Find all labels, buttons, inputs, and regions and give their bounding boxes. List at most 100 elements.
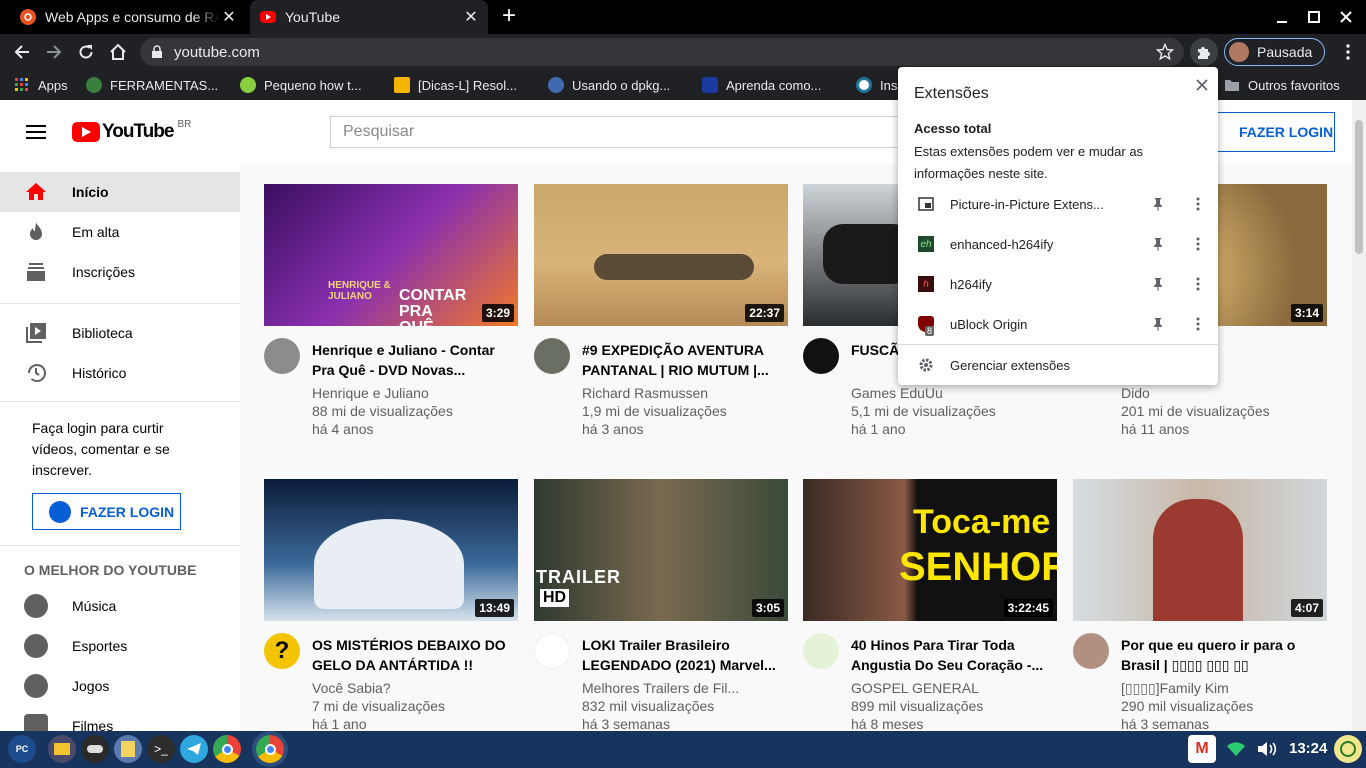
- scrollbar-thumb[interactable]: [1355, 120, 1363, 254]
- sidebar-item-inicio[interactable]: Início: [0, 172, 240, 212]
- sidebar-item-musica[interactable]: Música: [0, 586, 240, 626]
- pin-icon[interactable]: [1150, 276, 1166, 292]
- forward-button[interactable]: [40, 38, 68, 66]
- sidebar-item-filmes[interactable]: Filmes: [0, 706, 240, 731]
- extension-row-ublock[interactable]: 8 uBlock Origin: [898, 304, 1218, 344]
- more-vert-icon[interactable]: [1190, 236, 1206, 252]
- pin-icon[interactable]: [1150, 196, 1166, 212]
- youtube-logo[interactable]: YouTube BR: [72, 119, 191, 142]
- video-title[interactable]: LOKI Trailer Brasileiro LEGENDADO (2021)…: [582, 635, 788, 675]
- extensions-button[interactable]: [1190, 38, 1218, 66]
- channel-name[interactable]: Henrique e Juliano: [312, 384, 518, 402]
- bookmark-pequeno-how-to[interactable]: Pequeno how t...: [240, 77, 362, 93]
- profile-button[interactable]: Pausada: [1224, 38, 1325, 66]
- sidebar-item-esportes[interactable]: Esportes: [0, 626, 240, 666]
- channel-name[interactable]: GOSPEL GENERAL: [851, 679, 1057, 697]
- login-button[interactable]: FAZER LOGIN: [1200, 112, 1335, 152]
- gmail-icon[interactable]: M: [1188, 735, 1216, 763]
- bookmark-star-icon[interactable]: [1155, 42, 1175, 61]
- video-card[interactable]: 22:37 #9 EXPEDIÇÃO AVENTURA PANTANAL | R…: [534, 184, 788, 437]
- close-window-button[interactable]: [1338, 9, 1354, 25]
- new-tab-button[interactable]: +: [498, 3, 520, 31]
- more-vert-icon[interactable]: [1190, 276, 1206, 292]
- manage-extensions-button[interactable]: Gerenciar extensões: [898, 345, 1218, 385]
- video-title[interactable]: Por que eu quero ir para o Brasil | ▯▯▯▯…: [1121, 635, 1327, 675]
- bookmark-dicas-l[interactable]: [Dicas-L] Resol...: [394, 77, 517, 93]
- video-card[interactable]: 13:49 ? OS MISTÉRIOS DEBAIXO DO GELO DA …: [264, 479, 518, 731]
- chrome-active-icon[interactable]: [256, 735, 284, 763]
- video-card[interactable]: Toca-me SENHOR 3:22:45 40 Hinos Para Tir…: [803, 479, 1057, 731]
- video-thumbnail[interactable]: TRAILER HD 3:05: [534, 479, 788, 621]
- channel-name[interactable]: Richard Rasmussen: [582, 384, 788, 402]
- tab-youtube[interactable]: YouTube ✕: [250, 0, 488, 34]
- extension-row-enhanced-h264ify[interactable]: eh enhanced-h264ify: [898, 224, 1218, 264]
- hamburger-menu-button[interactable]: [24, 120, 48, 144]
- notes-icon[interactable]: [114, 735, 142, 763]
- start-menu-icon[interactable]: PC: [8, 735, 36, 763]
- video-title[interactable]: 40 Hinos Para Tirar Toda Angustia Do Seu…: [851, 635, 1057, 675]
- bookmark-apps[interactable]: Apps: [14, 77, 68, 93]
- video-card[interactable]: 4:07 Por que eu quero ir para o Brasil |…: [1073, 479, 1327, 731]
- maximize-button[interactable]: [1306, 9, 1322, 25]
- terminal-icon[interactable]: >_: [147, 735, 175, 763]
- minimize-button[interactable]: [1274, 10, 1290, 26]
- channel-avatar[interactable]: [534, 338, 570, 374]
- video-thumbnail[interactable]: 4:07: [1073, 479, 1327, 621]
- video-thumbnail[interactable]: 22:37: [534, 184, 788, 326]
- logout-icon[interactable]: [1334, 735, 1362, 763]
- file-manager-icon[interactable]: [48, 735, 76, 763]
- bookmark-ins[interactable]: Ins: [856, 77, 897, 93]
- extension-row-h264ify[interactable]: h h264ify: [898, 264, 1218, 304]
- video-card[interactable]: TRAILER HD 3:05 LOKI Trailer Brasileiro …: [534, 479, 788, 731]
- clock[interactable]: 13:24: [1289, 740, 1327, 757]
- channel-name[interactable]: [▯▯▯▯]Family Kim: [1121, 679, 1327, 697]
- other-bookmarks[interactable]: Outros favoritos: [1224, 77, 1340, 93]
- channel-avatar[interactable]: [803, 338, 839, 374]
- telegram-icon[interactable]: [180, 735, 208, 763]
- sidebar-item-jogos[interactable]: Jogos: [0, 666, 240, 706]
- sidebar-item-em-alta[interactable]: Em alta: [0, 212, 240, 252]
- bookmark-dpkg[interactable]: Usando o dpkg...: [548, 77, 670, 93]
- channel-avatar[interactable]: [534, 633, 570, 669]
- home-button[interactable]: [104, 38, 132, 66]
- sidebar-login-button[interactable]: FAZER LOGIN: [32, 493, 181, 530]
- more-vert-icon[interactable]: [1190, 316, 1206, 332]
- pin-icon[interactable]: [1150, 316, 1166, 332]
- video-thumbnail[interactable]: HENRIQUE & JULIANO CONTAR PRA QUÊ 3:29: [264, 184, 518, 326]
- video-title[interactable]: Henrique e Juliano - Contar Pra Quê - DV…: [312, 340, 518, 380]
- channel-avatar[interactable]: [264, 338, 300, 374]
- tab-web-apps[interactable]: Web Apps e consumo de RAM ✕: [12, 0, 248, 34]
- volume-icon[interactable]: [1256, 740, 1280, 758]
- pin-icon[interactable]: [1150, 236, 1166, 252]
- channel-avatar[interactable]: [1073, 633, 1109, 669]
- channel-name[interactable]: Games EduUu: [851, 384, 1057, 402]
- back-button[interactable]: [8, 38, 36, 66]
- sidebar-item-inscricoes[interactable]: Inscrições: [0, 252, 240, 292]
- channel-name[interactable]: Melhores Trailers de Fil...: [582, 679, 788, 697]
- bookmark-ferramentas[interactable]: FERRAMENTAS...: [86, 77, 218, 93]
- address-bar[interactable]: youtube.com: [140, 38, 1184, 66]
- video-title[interactable]: #9 EXPEDIÇÃO AVENTURA PANTANAL | RIO MUT…: [582, 340, 788, 380]
- video-card[interactable]: HENRIQUE & JULIANO CONTAR PRA QUÊ 3:29 H…: [264, 184, 518, 437]
- sidebar-item-historico[interactable]: Histórico: [0, 353, 240, 393]
- close-popup-button[interactable]: [1192, 75, 1212, 95]
- more-vert-icon[interactable]: [1190, 196, 1206, 212]
- video-thumbnail[interactable]: 13:49: [264, 479, 518, 621]
- chrome-icon[interactable]: [213, 735, 241, 763]
- toggle-icon[interactable]: [81, 735, 109, 763]
- wifi-icon[interactable]: [1226, 740, 1246, 758]
- channel-name[interactable]: Você Sabia?: [312, 679, 518, 697]
- sidebar-item-biblioteca[interactable]: Biblioteca: [0, 313, 240, 353]
- video-title[interactable]: OS MISTÉRIOS DEBAIXO DO GELO DA ANTÁRTID…: [312, 635, 518, 675]
- bookmark-aprenda[interactable]: Aprenda como...: [702, 77, 821, 93]
- chrome-menu-button[interactable]: [1334, 38, 1362, 66]
- close-tab-icon[interactable]: ✕: [220, 8, 238, 26]
- extension-row-pip[interactable]: Picture-in-Picture Extens...: [898, 184, 1218, 224]
- close-tab-icon[interactable]: ✕: [462, 8, 480, 26]
- page-scrollbar[interactable]: [1352, 100, 1366, 731]
- reload-button[interactable]: [72, 38, 100, 66]
- channel-name[interactable]: Dido: [1121, 384, 1327, 402]
- video-thumbnail[interactable]: Toca-me SENHOR 3:22:45: [803, 479, 1057, 621]
- channel-avatar[interactable]: [803, 633, 839, 669]
- channel-avatar[interactable]: ?: [264, 633, 300, 669]
